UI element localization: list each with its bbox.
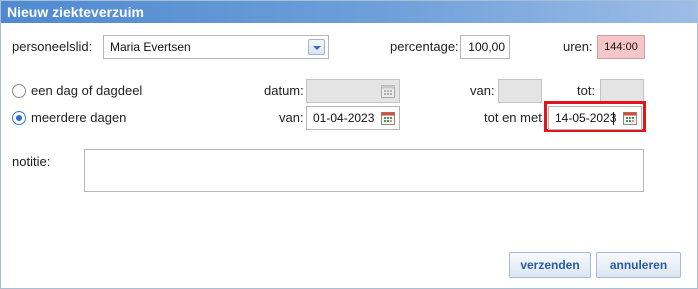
- from-time-label: van:: [470, 83, 495, 98]
- calendar-icon: [381, 85, 395, 98]
- employee-select[interactable]: Maria Evertsen: [103, 35, 329, 59]
- to-date-value: 14-05-2023: [555, 111, 617, 125]
- hours-label: uren:: [563, 39, 593, 54]
- from-date-input[interactable]: 01-04-2023: [306, 106, 400, 130]
- chevron-down-icon[interactable]: [308, 39, 325, 55]
- dialog-title: Nieuw ziekteverzuim: [1, 1, 697, 23]
- employee-label: personeelslid:: [12, 39, 93, 54]
- multi-day-radio[interactable]: [12, 111, 26, 125]
- date-input: [306, 79, 400, 103]
- hours-field: 144:00: [597, 35, 645, 59]
- calendar-icon[interactable]: [381, 111, 395, 125]
- to-date-label: tot en met: [484, 110, 542, 125]
- to-time-label: tot:: [577, 83, 596, 98]
- sick-leave-dialog: Nieuw ziekteverzuim personeelslid: Maria…: [0, 0, 698, 289]
- multi-day-label[interactable]: meerdere dagen: [31, 110, 126, 125]
- percentage-label: percentage:: [390, 39, 459, 54]
- text-caret: [613, 112, 614, 125]
- cancel-button[interactable]: annuleren: [596, 252, 681, 278]
- submit-button[interactable]: verzenden: [509, 252, 591, 278]
- from-time-input: [498, 79, 542, 103]
- calendar-icon[interactable]: [623, 111, 637, 125]
- single-day-label[interactable]: een dag of dagdeel: [31, 83, 142, 98]
- to-date-input[interactable]: 14-05-2023: [548, 106, 642, 130]
- date-label: datum:: [264, 83, 304, 98]
- to-time-input: [600, 79, 644, 103]
- from-date-label: van:: [279, 110, 304, 125]
- note-label: notitie:: [12, 154, 51, 169]
- percentage-input[interactable]: 100,00: [460, 35, 510, 59]
- from-date-value: 01-04-2023: [313, 111, 375, 125]
- employee-value: Maria Evertsen: [110, 40, 191, 54]
- single-day-radio[interactable]: [12, 84, 26, 98]
- note-textarea[interactable]: [84, 149, 644, 192]
